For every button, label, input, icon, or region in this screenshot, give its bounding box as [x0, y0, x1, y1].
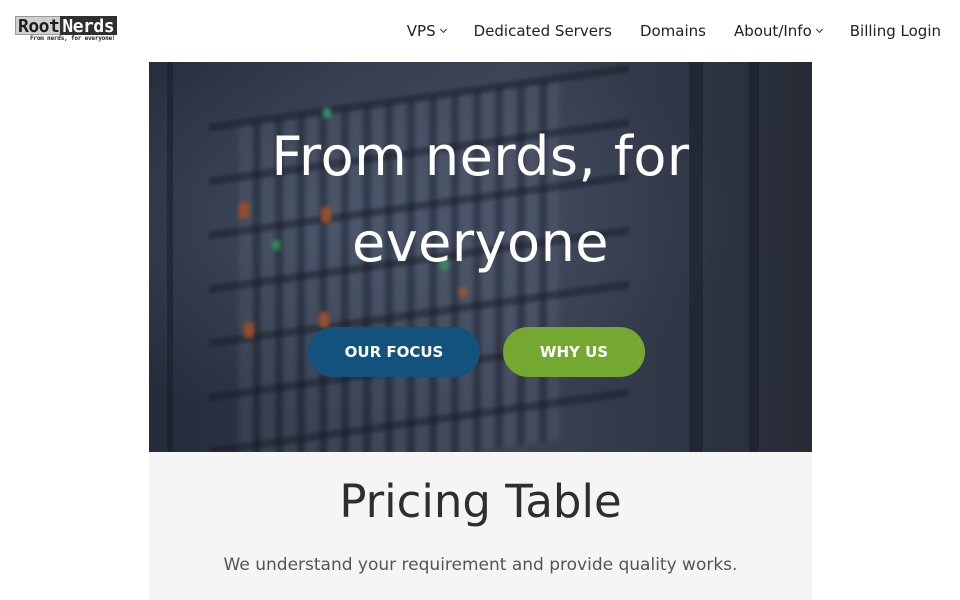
- nav-item-label: About/Info: [733, 22, 812, 40]
- pricing-title: Pricing Table: [339, 475, 622, 528]
- nav-item-billing-login[interactable]: Billing Login: [850, 22, 941, 40]
- why-us-button[interactable]: WHY US: [503, 327, 645, 377]
- nav-item-label: Billing Login: [849, 22, 941, 40]
- logo-wordmark: Root Nerds: [15, 16, 118, 36]
- chevron-down-icon: [439, 25, 447, 33]
- nav-item-label: VPS: [406, 22, 436, 40]
- hero-banner: From nerds, for everyone OUR FOCUS WHY U…: [149, 62, 812, 452]
- nav-item-about-info[interactable]: About/Info: [733, 22, 823, 40]
- our-focus-button[interactable]: OUR FOCUS: [308, 327, 480, 377]
- pricing-subtitle: We understand your requirement and provi…: [223, 555, 738, 575]
- pricing-section: Pricing Table We understand your require…: [149, 452, 812, 600]
- nav-item-label: Dedicated Servers: [473, 22, 612, 40]
- nav-item-label: Domains: [639, 22, 706, 40]
- page: Root Nerds From nerds, for everyone! VPS …: [0, 0, 960, 600]
- nav-item-domains[interactable]: Domains: [640, 22, 706, 40]
- hero-title-line-1: From nerds, for: [271, 125, 690, 188]
- logo-tagline: From nerds, for everyone!: [30, 35, 116, 42]
- logo-part-root: Root: [15, 16, 61, 36]
- hero-title-line-2: everyone: [351, 211, 610, 274]
- chevron-down-icon: [815, 25, 823, 33]
- main-nav: VPS Dedicated Servers Domains About/Info…: [407, 0, 941, 62]
- site-logo[interactable]: Root Nerds From nerds, for everyone!: [15, 16, 136, 43]
- nav-item-vps[interactable]: VPS: [406, 22, 447, 40]
- hero-title: From nerds, for everyone: [149, 114, 812, 286]
- logo-part-nerds: Nerds: [60, 16, 118, 36]
- nav-item-dedicated-servers[interactable]: Dedicated Servers: [474, 22, 612, 40]
- site-header: Root Nerds From nerds, for everyone! VPS …: [0, 0, 960, 62]
